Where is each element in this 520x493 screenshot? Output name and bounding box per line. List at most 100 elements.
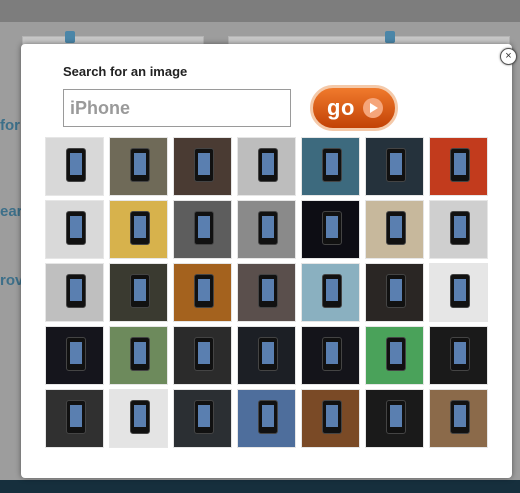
image-thumbnail[interactable] (429, 263, 488, 322)
image-thumbnail[interactable] (109, 263, 168, 322)
dialog-title: Search for an image (63, 64, 188, 79)
image-thumbnail[interactable] (365, 137, 424, 196)
phone-screen (390, 342, 402, 364)
image-thumbnail[interactable] (109, 137, 168, 196)
background-field-tab (385, 31, 395, 43)
phone-image (322, 274, 342, 308)
phone-screen (70, 405, 82, 427)
phone-screen (198, 405, 210, 427)
image-thumbnail[interactable] (109, 326, 168, 385)
phone-image (386, 400, 406, 434)
background-field-tab (65, 31, 75, 43)
phone-screen (326, 216, 338, 238)
phone-image (130, 274, 150, 308)
phone-image (130, 337, 150, 371)
phone-image (386, 274, 406, 308)
image-thumbnail[interactable] (45, 263, 104, 322)
close-icon[interactable]: × (500, 48, 517, 65)
image-thumbnail[interactable] (301, 389, 360, 448)
image-thumbnail[interactable] (365, 263, 424, 322)
image-thumbnail[interactable] (365, 326, 424, 385)
phone-screen (326, 342, 338, 364)
image-thumbnail[interactable] (301, 326, 360, 385)
phone-screen (134, 342, 146, 364)
image-thumbnail[interactable] (109, 200, 168, 259)
image-thumbnail[interactable] (301, 263, 360, 322)
phone-image (130, 148, 150, 182)
phone-screen (134, 279, 146, 301)
phone-image (258, 337, 278, 371)
phone-screen (390, 216, 402, 238)
image-thumbnail[interactable] (173, 389, 232, 448)
image-thumbnail[interactable] (237, 326, 296, 385)
phone-screen (198, 216, 210, 238)
image-thumbnail[interactable] (429, 137, 488, 196)
phone-screen (262, 279, 274, 301)
image-thumbnail[interactable] (173, 200, 232, 259)
background-side-text: rov (0, 272, 24, 289)
play-arrow-icon (362, 98, 383, 118)
phone-screen (326, 279, 338, 301)
image-thumbnail[interactable] (45, 326, 104, 385)
background-bottom-bar (0, 480, 520, 493)
phone-screen (198, 279, 210, 301)
phone-screen (454, 216, 466, 238)
phone-image (386, 148, 406, 182)
go-button-label: go (327, 95, 355, 120)
image-results-grid (45, 137, 493, 448)
image-thumbnail[interactable] (45, 200, 104, 259)
phone-screen (454, 342, 466, 364)
phone-image (258, 274, 278, 308)
image-thumbnail[interactable] (237, 200, 296, 259)
phone-image (450, 211, 470, 245)
background-side-text: for (0, 117, 20, 134)
image-thumbnail[interactable] (429, 200, 488, 259)
image-thumbnail[interactable] (301, 200, 360, 259)
phone-screen (326, 405, 338, 427)
phone-image (322, 400, 342, 434)
image-thumbnail[interactable] (45, 137, 104, 196)
phone-screen (198, 342, 210, 364)
phone-image (322, 337, 342, 371)
phone-screen (70, 153, 82, 175)
image-thumbnail[interactable] (173, 137, 232, 196)
phone-screen (70, 342, 82, 364)
phone-image (450, 337, 470, 371)
image-thumbnail[interactable] (109, 389, 168, 448)
phone-image (66, 400, 86, 434)
image-thumbnail[interactable] (173, 326, 232, 385)
phone-image (194, 337, 214, 371)
image-thumbnail[interactable] (365, 389, 424, 448)
phone-image (450, 400, 470, 434)
image-thumbnail[interactable] (45, 389, 104, 448)
phone-screen (262, 405, 274, 427)
image-thumbnail[interactable] (429, 389, 488, 448)
phone-screen (454, 405, 466, 427)
phone-image (66, 148, 86, 182)
phone-image (194, 148, 214, 182)
phone-image (194, 400, 214, 434)
phone-screen (454, 279, 466, 301)
phone-screen (198, 153, 210, 175)
image-search-dialog: × Search for an image go (21, 44, 517, 478)
phone-image (258, 400, 278, 434)
phone-screen (134, 405, 146, 427)
image-thumbnail[interactable] (237, 389, 296, 448)
image-thumbnail[interactable] (429, 326, 488, 385)
phone-screen (390, 279, 402, 301)
image-thumbnail[interactable] (301, 137, 360, 196)
phone-screen (134, 153, 146, 175)
phone-screen (262, 216, 274, 238)
phone-image (258, 211, 278, 245)
phone-image (66, 274, 86, 308)
go-button[interactable]: go (310, 85, 398, 131)
phone-screen (262, 342, 274, 364)
image-thumbnail[interactable] (237, 137, 296, 196)
image-search-input[interactable] (63, 89, 291, 127)
phone-image (322, 148, 342, 182)
image-thumbnail[interactable] (365, 200, 424, 259)
phone-image (66, 211, 86, 245)
image-thumbnail[interactable] (237, 263, 296, 322)
phone-image (130, 211, 150, 245)
image-thumbnail[interactable] (173, 263, 232, 322)
